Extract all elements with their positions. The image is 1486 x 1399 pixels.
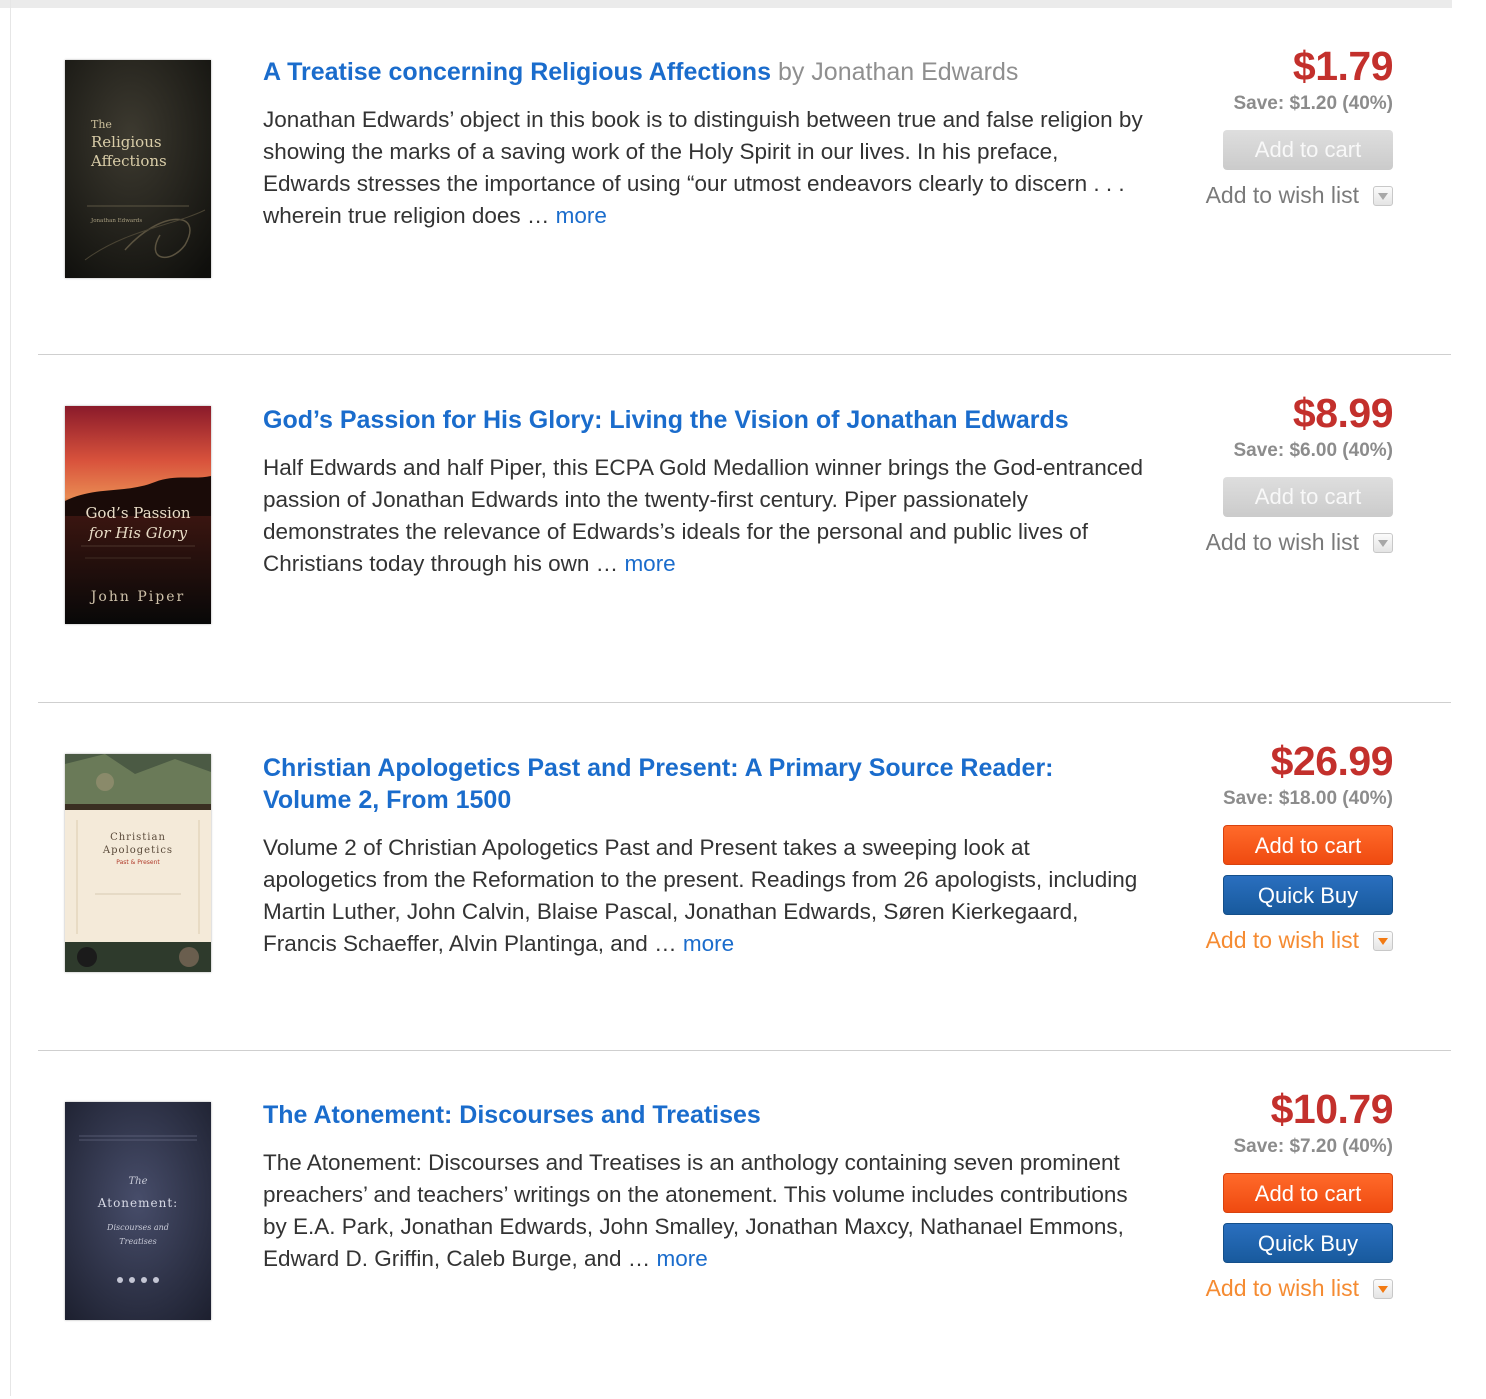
top-border-strip (0, 0, 1452, 8)
cover-line1: The (91, 118, 112, 131)
product-price: $10.79 (1270, 1086, 1394, 1132)
product-item: The Religious Affections Jonathan Edward… (38, 8, 1451, 356)
add-to-wishlist-link[interactable]: Add to wish list (1173, 180, 1393, 210)
product-title-line: A Treatise concerning Religious Affectio… (263, 56, 1148, 88)
cover-line1: Christian (110, 832, 166, 843)
product-title-link[interactable]: God’s Passion for His Glory: Living the … (263, 406, 1069, 434)
add-to-wishlist-link[interactable]: Add to wish list (1173, 527, 1393, 557)
more-link[interactable]: more (657, 1246, 708, 1271)
book-cover-christian-apologetics[interactable]: Christian Apologetics Past & Present (65, 754, 211, 972)
wishlist-label: Add to wish list (1205, 927, 1359, 953)
add-to-cart-button[interactable]: Add to cart (1223, 1173, 1393, 1213)
product-item: Christian Apologetics Past & Present Chr… (38, 702, 1451, 1051)
product-info: Christian Apologetics Past and Present: … (263, 752, 1148, 960)
product-info: A Treatise concerning Religious Affectio… (263, 56, 1148, 232)
book-cover-religious-affections[interactable]: The Religious Affections Jonathan Edward… (65, 60, 211, 278)
product-author: by Jonathan Edwards (777, 58, 1019, 86)
savings-text: Save: $6.00 (40%) (1233, 440, 1394, 461)
cover-line2: Apologetics (102, 845, 173, 856)
product-title-line: The Atonement: Discourses and Treatises (263, 1099, 1148, 1131)
add-to-wishlist-link[interactable]: Add to wish list (1173, 1273, 1393, 1303)
savings-text: Save: $1.20 (40%) (1233, 93, 1394, 114)
purchase-panel: $10.79 Save: $7.20 (40%) Add to cart Qui… (1173, 1085, 1394, 1303)
wishlist-label: Add to wish list (1205, 1275, 1359, 1301)
cover-line2: for His Glory (88, 524, 188, 542)
book-cover-art: The Religious Affections Jonathan Edward… (65, 60, 211, 278)
product-info: God’s Passion for His Glory: Living the … (263, 404, 1148, 580)
quick-buy-button[interactable]: Quick Buy (1223, 875, 1393, 915)
savings-text: Save: $7.20 (40%) (1233, 1136, 1394, 1157)
more-link[interactable]: more (683, 931, 734, 956)
more-link[interactable]: more (556, 203, 607, 228)
cover-line3: Discourses and (106, 1223, 169, 1232)
book-cover-gods-passion[interactable]: God’s Passion for His Glory John Piper (65, 406, 211, 624)
add-to-cart-button[interactable]: Add to cart (1223, 477, 1393, 517)
description-text: Half Edwards and half Piper, this ECPA G… (263, 455, 1144, 576)
wishlist-dropdown-icon[interactable] (1373, 186, 1393, 206)
add-to-wishlist-link[interactable]: Add to wish list (1173, 925, 1393, 955)
product-title-line: Christian Apologetics Past and Present: … (263, 752, 1148, 816)
more-link[interactable]: more (624, 551, 675, 576)
product-description: Volume 2 of Christian Apologetics Past a… (263, 832, 1148, 960)
product-item: God’s Passion for His Glory John Piper G… (38, 354, 1451, 703)
cover-line2: Atonement: (97, 1196, 178, 1210)
book-cover-art: God’s Passion for His Glory John Piper (65, 406, 211, 624)
product-title-link[interactable]: The Atonement: Discourses and Treatises (263, 1101, 761, 1129)
cover-line2: Religious (91, 133, 162, 151)
product-price: $26.99 (1270, 738, 1394, 784)
product-title-link[interactable]: Christian Apologetics Past and Present: … (263, 754, 1054, 814)
product-price: $1.79 (1292, 43, 1394, 89)
cover-line1: God’s Passion (85, 504, 190, 522)
product-description: Half Edwards and half Piper, this ECPA G… (263, 452, 1148, 580)
wishlist-dropdown-icon[interactable] (1373, 1279, 1393, 1299)
wishlist-dropdown-icon[interactable] (1373, 931, 1393, 951)
wishlist-label: Add to wish list (1205, 529, 1359, 555)
wishlist-label: Add to wish list (1205, 182, 1359, 208)
product-title-link[interactable]: A Treatise concerning Religious Affectio… (263, 58, 771, 86)
cover-line1: The (128, 1176, 147, 1187)
purchase-panel: $1.79 Save: $1.20 (40%) Add to cart Add … (1173, 42, 1394, 210)
left-border-rule (10, 0, 11, 1396)
book-cover-art: Christian Apologetics Past & Present (65, 754, 211, 972)
savings-text: Save: $18.00 (40%) (1222, 788, 1393, 809)
purchase-panel: $26.99 Save: $18.00 (40%) Add to cart Qu… (1173, 737, 1394, 955)
product-info: The Atonement: Discourses and Treatises … (263, 1099, 1148, 1275)
cover-author: Jonathan Edwards (90, 218, 142, 224)
product-item: The Atonement: Discourses and Treatises … (38, 1050, 1451, 1399)
product-title-line: God’s Passion for His Glory: Living the … (263, 404, 1148, 436)
purchase-panel: $8.99 Save: $6.00 (40%) Add to cart Add … (1173, 389, 1394, 557)
add-to-cart-button[interactable]: Add to cart (1223, 825, 1393, 865)
cover-line3: Past & Present (116, 859, 160, 866)
quick-buy-button[interactable]: Quick Buy (1223, 1223, 1393, 1263)
cover-line3: Affections (90, 152, 167, 170)
book-cover-atonement[interactable]: The Atonement: Discourses and Treatises (65, 1102, 211, 1320)
cover-line4: Treatises (119, 1237, 156, 1246)
product-description: The Atonement: Discourses and Treatises … (263, 1147, 1148, 1275)
description-text: Jonathan Edwards’ object in this book is… (263, 107, 1143, 228)
add-to-cart-button[interactable]: Add to cart (1223, 130, 1393, 170)
book-cover-art: The Atonement: Discourses and Treatises (65, 1102, 211, 1320)
cover-author: John Piper (89, 589, 185, 605)
product-price: $8.99 (1292, 390, 1394, 436)
wishlist-dropdown-icon[interactable] (1373, 533, 1393, 553)
product-description: Jonathan Edwards’ object in this book is… (263, 104, 1148, 232)
